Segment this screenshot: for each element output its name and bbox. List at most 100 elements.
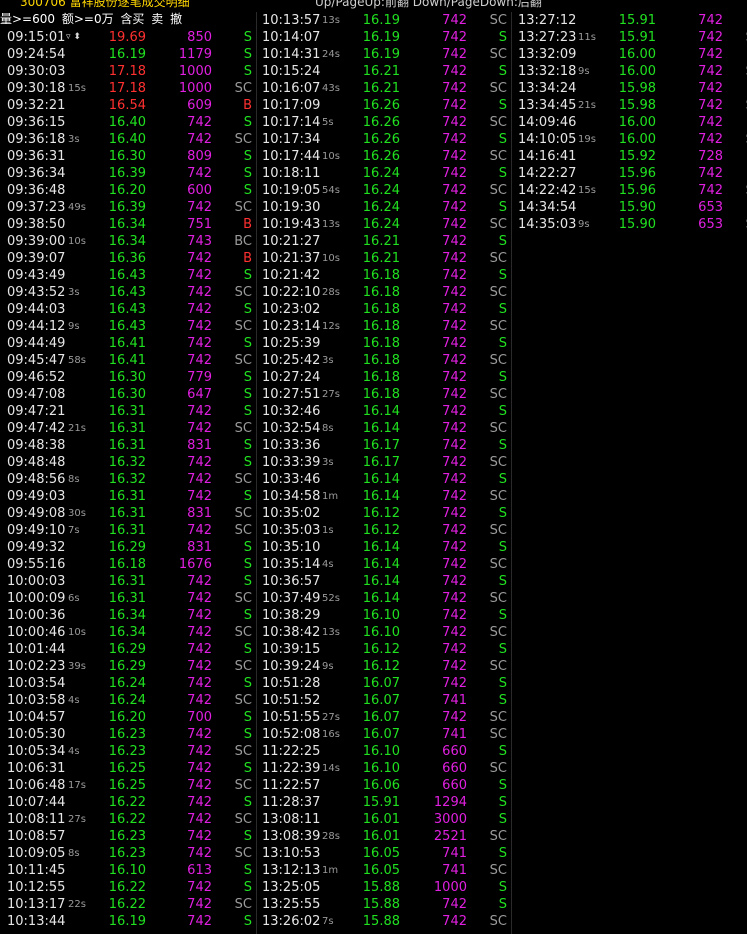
trade-row: 09:44:49 16.41 742 S <box>0 335 254 352</box>
sort-arrows-icon[interactable]: ▿ ⬍ <box>66 29 81 46</box>
trade-side: SC <box>489 557 507 572</box>
trade-price: 16.31 <box>108 523 146 538</box>
trade-interval: 49s <box>68 202 86 213</box>
trade-side: S <box>243 710 252 725</box>
trade-price: 16.00 <box>618 47 656 62</box>
trade-row: 09:39:00 10s 16.34 743 BC <box>0 233 254 250</box>
trade-row: 10:52:08 16s 16.07 741 SC <box>258 726 510 743</box>
trade-side: SC <box>489 829 507 844</box>
trade-row: 14:22:4215s 15.96 742 SC <box>513 182 747 199</box>
trade-side: S <box>498 846 507 861</box>
trade-volume: 742 <box>187 421 212 436</box>
trade-price: 16.14 <box>362 404 400 419</box>
trade-row: 10:51:28 16.07 742 S <box>258 675 510 692</box>
stock-title: 300706 富祥股份逐笔成交明细 <box>20 0 190 9</box>
trade-price: 16.18 <box>362 285 400 300</box>
trade-time: 10:35:10 <box>262 540 321 555</box>
trade-row: 09:36:18 3s 16.40 742 SC <box>0 131 254 148</box>
trade-side: SC <box>733 29 747 46</box>
trade-row: 13:27:2311s 15.91 742 SC <box>513 29 747 46</box>
trade-time: 09:36:31 <box>7 149 66 164</box>
trade-row: 10:38:29 16.10 742 S <box>258 607 510 624</box>
trade-side: S <box>243 404 252 419</box>
trade-row: 10:16:07 43s 16.21 742 SC <box>258 80 510 97</box>
trade-row: 11:22:25 16.10 660 S <box>258 743 510 760</box>
trade-price: 16.54 <box>108 98 146 113</box>
trade-row: 10:00:03 16.31 742 S <box>0 573 254 590</box>
trade-interval: 24s <box>322 49 340 60</box>
trade-time: 10:34:58 <box>262 489 321 504</box>
trade-volume: 3000 <box>433 812 467 827</box>
trade-row: 13:10:53 16.05 741 S <box>258 845 510 862</box>
trade-volume: 742 <box>187 455 212 470</box>
trade-side: S <box>243 540 252 555</box>
trade-volume: 600 <box>187 183 212 198</box>
trade-side: S <box>498 98 507 113</box>
trade-volume: 742 <box>442 438 467 453</box>
trade-price: 16.34 <box>108 217 146 232</box>
trade-side: S <box>498 370 507 385</box>
trade-row: 10:17:34 16.26 742 S <box>258 131 510 148</box>
trade-interval: 8s <box>68 848 80 859</box>
trade-row: 10:14:31 24s 16.19 742 SC <box>258 46 510 63</box>
trade-time: 10:00:03 <box>7 574 66 589</box>
trade-time: 14:22:42 <box>518 183 577 198</box>
trade-row: 09:30:18 15s 17.18 1000 SC <box>0 80 254 97</box>
trade-time: 09:49:10 <box>7 523 66 538</box>
trade-time: 10:27:24 <box>262 370 321 385</box>
trade-price: 16.14 <box>362 591 400 606</box>
trade-price: 16.43 <box>108 268 146 283</box>
trade-interval: 3s <box>68 287 80 298</box>
top-bar: 300706 富祥股份逐笔成交明细 Up/PageUp:前翻 Down/Page… <box>0 0 747 10</box>
trade-row: 09:43:52 3s 16.43 742 SC <box>0 284 254 301</box>
trade-interval: 4s <box>68 746 80 757</box>
trade-volume: 831 <box>187 540 212 555</box>
trade-row: 10:11:45 16.10 613 S <box>0 862 254 879</box>
trade-price: 16.18 <box>362 302 400 317</box>
trade-price: 16.34 <box>108 608 146 623</box>
trade-side: S <box>243 727 252 742</box>
trade-price: 16.29 <box>108 540 146 555</box>
trade-price: 16.10 <box>362 744 400 759</box>
trade-volume: 831 <box>187 438 212 453</box>
trade-price: 16.24 <box>362 200 400 215</box>
trade-volume: 742 <box>698 30 723 45</box>
trade-row: 10:13:57 13s 16.19 742 SC <box>258 12 510 29</box>
trade-row: 10:03:58 4s 16.24 742 SC <box>0 692 254 709</box>
trade-side: SC <box>489 625 507 640</box>
trade-side: S <box>243 387 252 402</box>
trade-side: S <box>498 200 507 215</box>
trade-row: 10:39:24 9s 16.12 742 SC <box>258 658 510 675</box>
trade-price: 16.24 <box>108 693 146 708</box>
trade-price: 16.01 <box>362 829 400 844</box>
trade-volume: 742 <box>698 115 723 130</box>
trade-volume: 742 <box>187 761 212 776</box>
trade-row: 09:36:31 16.30 809 S <box>0 148 254 165</box>
trade-side: SC <box>489 489 507 504</box>
trade-volume: 742 <box>187 166 212 181</box>
trade-side: S <box>243 302 252 317</box>
trade-time: 10:06:48 <box>7 778 66 793</box>
trade-interval: 8s <box>322 423 334 434</box>
trade-side: S <box>243 115 252 130</box>
trade-volume: 609 <box>187 98 212 113</box>
trade-volume: 742 <box>698 81 723 96</box>
trade-side: SC <box>489 421 507 436</box>
trade-volume: 742 <box>187 897 212 912</box>
trade-time: 10:32:46 <box>262 404 321 419</box>
trade-time: 09:44:49 <box>7 336 66 351</box>
trade-side: S <box>498 540 507 555</box>
trades-column-3: 13:27:1215.91742S13:27:2311s15.91742SC13… <box>513 12 747 233</box>
trade-interval: 16s <box>322 729 340 740</box>
trade-row: 09:47:42 21s 16.31 742 SC <box>0 420 254 437</box>
trade-volume: 742 <box>187 302 212 317</box>
trade-side: SC <box>489 251 507 266</box>
trade-side: SC <box>733 216 747 233</box>
trade-time: 09:47:42 <box>7 421 66 436</box>
trade-price: 16.14 <box>362 472 400 487</box>
trade-price: 16.24 <box>362 183 400 198</box>
trade-volume: 742 <box>187 591 212 606</box>
trade-time: 13:27:12 <box>518 13 577 28</box>
trade-row: 09:15:01 19.69 850 S ▿ ⬍ <box>0 29 254 46</box>
trade-row: 13:32:189s 16.00 742 SC <box>513 63 747 80</box>
